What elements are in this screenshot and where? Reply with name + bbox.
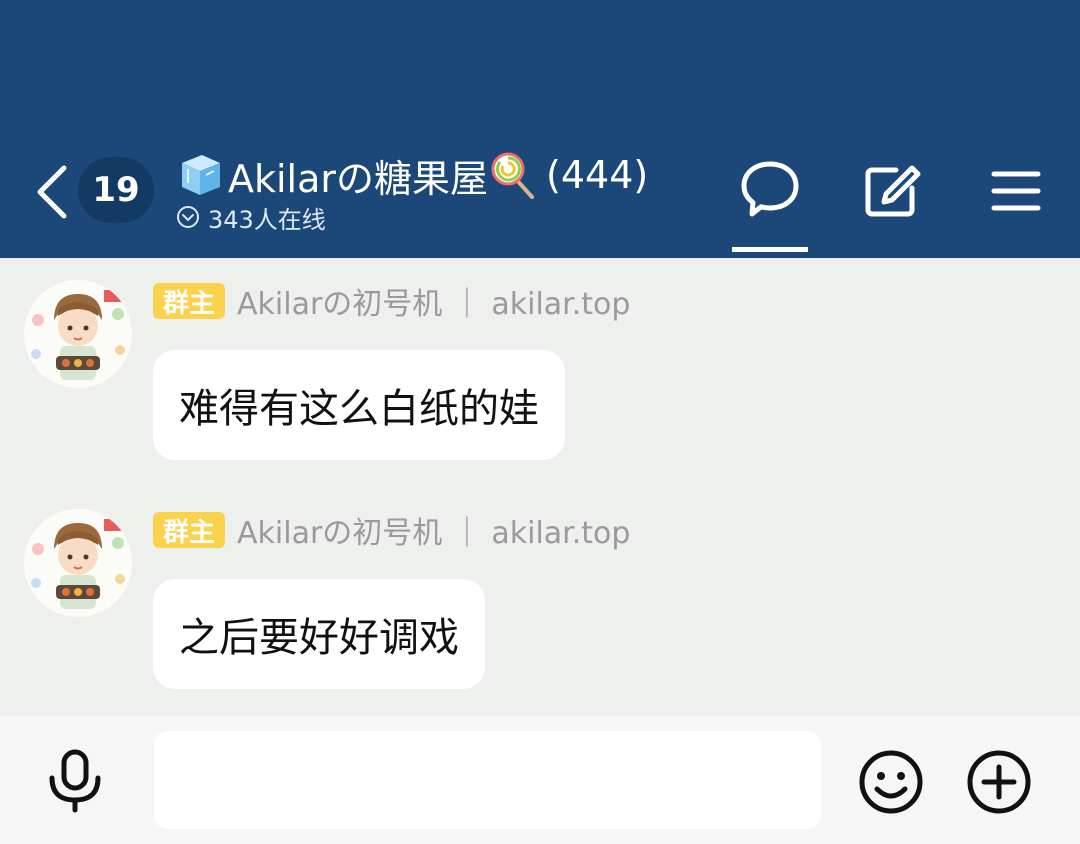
chat-bubble-icon — [741, 161, 799, 217]
avatar-image — [24, 509, 132, 617]
emoji-button[interactable] — [858, 749, 924, 815]
role-badge-owner: 群主 — [153, 512, 226, 548]
member-count: (444) — [546, 153, 649, 197]
tab-chat[interactable] — [732, 158, 808, 254]
sender-name[interactable]: Akilarの初号机 ｜ akilar.top — [237, 279, 630, 323]
online-status[interactable]: 343人在线 — [176, 200, 326, 234]
lollipop-icon — [491, 152, 535, 199]
online-status-text: 343人在线 — [208, 205, 326, 234]
active-tab-indicator — [732, 247, 808, 252]
voice-button[interactable] — [44, 748, 106, 814]
smiley-icon — [859, 750, 923, 814]
group-title[interactable]: Akilarの糖果屋 (444) — [178, 150, 649, 201]
message-meta: 群主 Akilarの初号机 ｜ akilar.top — [153, 508, 630, 552]
message-input[interactable] — [154, 731, 821, 829]
unread-count-badge[interactable]: 19 — [78, 157, 154, 223]
edit-button[interactable] — [862, 162, 922, 222]
avatar[interactable] — [24, 280, 132, 388]
chat-header: 19 Akilarの糖果屋 (444) 343人在线 — [0, 0, 1080, 258]
message-list[interactable]: 群主 Akilarの初号机 ｜ akilar.top 难得有这么白纸的娃 群主 … — [0, 258, 1080, 716]
sender-name[interactable]: Akilarの初号机 ｜ akilar.top — [237, 508, 630, 552]
chevron-left-icon — [37, 165, 67, 219]
group-name: Akilarの糖果屋 — [228, 156, 489, 201]
edit-icon — [865, 165, 921, 217]
plus-circle-icon — [967, 750, 1031, 814]
avatar[interactable] — [24, 509, 132, 617]
message-meta: 群主 Akilarの初号机 ｜ akilar.top — [153, 279, 630, 323]
hamburger-menu-icon — [991, 171, 1041, 211]
circle-chevron-down-icon — [177, 206, 199, 228]
menu-button[interactable] — [986, 162, 1046, 222]
microphone-icon — [49, 749, 101, 813]
back-button[interactable] — [30, 160, 74, 224]
more-button[interactable] — [966, 749, 1032, 815]
message-bubble[interactable]: 难得有这么白纸的娃 — [153, 350, 565, 460]
role-badge-owner: 群主 — [153, 283, 226, 319]
ice-cube-icon — [182, 155, 220, 195]
message-bubble[interactable]: 之后要好好调戏 — [153, 579, 485, 689]
avatar-image — [24, 280, 132, 388]
